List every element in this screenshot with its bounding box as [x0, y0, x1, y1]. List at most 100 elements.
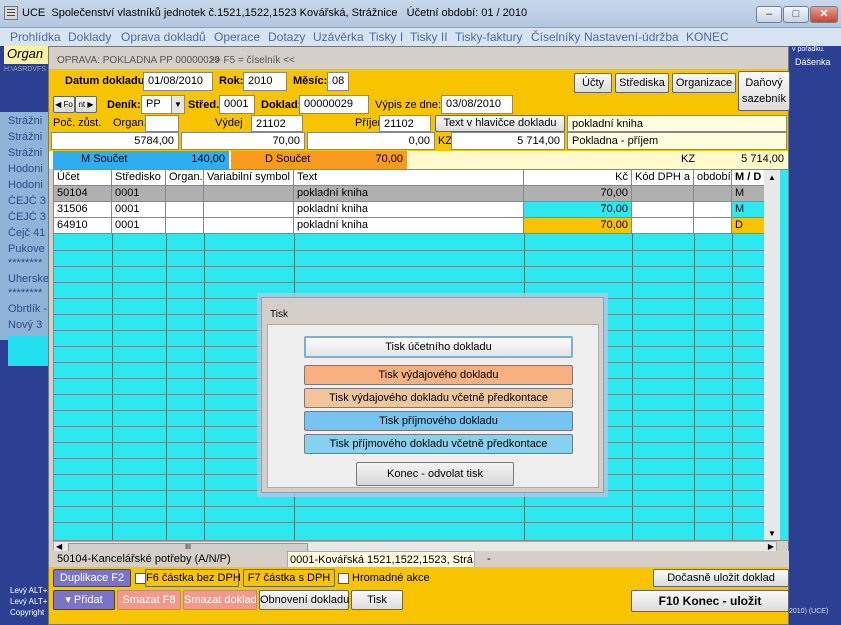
table-cell[interactable]: [632, 218, 694, 234]
table-cell[interactable]: [632, 202, 694, 218]
f6-button[interactable]: F6 částka bez DPH: [145, 569, 241, 587]
table-cell[interactable]: [204, 218, 294, 234]
menu-dotazy[interactable]: Dotazy: [268, 30, 305, 44]
table-cell[interactable]: [632, 186, 694, 202]
f10-konec-ulozit-button[interactable]: F10 Konec - uložit: [631, 590, 789, 612]
menu-nastaveni-udrzba[interactable]: Nastavení-údržba: [584, 30, 679, 44]
table-cell[interactable]: D: [732, 218, 766, 234]
table-cell[interactable]: [694, 186, 732, 202]
table-cell[interactable]: [204, 202, 294, 218]
col-ucet[interactable]: Účet: [54, 170, 112, 186]
col-md[interactable]: M / D: [732, 170, 766, 186]
print-expense-document-button[interactable]: Tisk výdajového dokladu: [304, 365, 573, 385]
list-item[interactable]: Obrtlík -: [8, 303, 48, 315]
table-cell[interactable]: M: [732, 202, 766, 218]
table-cell[interactable]: 0001: [112, 186, 166, 202]
menu-uzaverka[interactable]: Uzávěrka: [313, 30, 364, 44]
maximize-button[interactable]: □: [783, 6, 809, 23]
table-cell[interactable]: 64910: [54, 218, 112, 234]
organ-field[interactable]: [145, 115, 179, 132]
list-item[interactable]: ********: [8, 257, 48, 269]
doklad-field[interactable]: 00000029: [299, 95, 369, 114]
pridat-button[interactable]: ▾ Přidat: [53, 590, 115, 610]
list-item[interactable]: Hodoni: [8, 163, 48, 175]
next-document-button[interactable]: nt ▶: [75, 96, 97, 113]
minimize-button[interactable]: –: [756, 6, 782, 23]
chevron-down-icon[interactable]: ▼: [171, 96, 184, 113]
list-item[interactable]: ČEJČ 3: [8, 195, 48, 207]
hromadne-label[interactable]: Hromadné akce: [352, 572, 430, 584]
docasne-ulozit-button[interactable]: Dočasně uložit doklad: [653, 569, 789, 587]
menu-oprava-dokladu[interactable]: Oprava dokladů: [121, 30, 206, 44]
header-text-1[interactable]: pokladní kniha: [567, 115, 787, 132]
list-item[interactable]: Strážni: [8, 147, 48, 159]
table-cell[interactable]: [694, 218, 732, 234]
vydej-account-field[interactable]: 21102: [251, 115, 303, 132]
danovy-sazebnik-button[interactable]: Daňový sazebník: [738, 71, 790, 111]
col-kc[interactable]: Kč: [524, 170, 632, 186]
list-item[interactable]: ČEJČ 3: [8, 211, 48, 223]
smazat-f8-button[interactable]: Smazat F8: [117, 590, 181, 610]
organizace-button[interactable]: Organizace: [672, 73, 736, 93]
smazat-doklad-button[interactable]: Smazat doklad: [183, 590, 257, 610]
col-variabilni-symbol[interactable]: Variabilní symbol: [204, 170, 294, 186]
list-item[interactable]: ********: [8, 287, 48, 299]
table-cell[interactable]: 70,00: [524, 186, 632, 202]
ucty-button[interactable]: Účty: [574, 73, 612, 93]
table-cell[interactable]: [166, 218, 204, 234]
denik-select[interactable]: PP ▼: [141, 95, 185, 114]
scroll-right-arrow[interactable]: ▶: [768, 542, 774, 551]
print-expense-with-precontation-button[interactable]: Tisk výdajového dokladu včetně předkonta…: [304, 388, 573, 408]
menu-tisky-1[interactable]: Tisky I: [369, 30, 403, 44]
previous-document-button[interactable]: ◀ Fo: [53, 96, 75, 113]
table-cell[interactable]: 50104: [54, 186, 112, 202]
table-cell[interactable]: 0001: [112, 202, 166, 218]
scroll-left-arrow[interactable]: ◀: [56, 542, 62, 551]
print-income-document-button[interactable]: Tisk příjmového dokladu: [304, 411, 573, 431]
menu-prohlidka[interactable]: Prohlídka: [10, 30, 61, 44]
table-cell[interactable]: [694, 202, 732, 218]
menu-operace[interactable]: Operace: [214, 30, 260, 44]
rok-field[interactable]: 2010: [243, 72, 287, 91]
menu-ciselniky[interactable]: Číselníky: [531, 30, 580, 44]
strediska-button[interactable]: Střediska: [615, 73, 669, 93]
duplikace-button[interactable]: Duplikace F2: [53, 569, 131, 587]
list-item[interactable]: Strážni: [8, 115, 48, 127]
cancel-print-button[interactable]: Konec - odvolat tisk: [356, 462, 514, 486]
table-cell[interactable]: pokladní kniha: [294, 218, 524, 234]
table-cell[interactable]: 70,00: [524, 202, 632, 218]
vypis-field[interactable]: 03/08/2010: [441, 95, 513, 114]
hromadne-checkbox[interactable]: [338, 573, 349, 584]
scroll-down-arrow[interactable]: ▼: [764, 526, 780, 540]
datum-field[interactable]: 01/08/2010: [143, 72, 213, 91]
list-item[interactable]: Uherske: [8, 273, 48, 285]
menu-tisky-faktury[interactable]: Tisky-faktury: [455, 30, 523, 44]
table-cell[interactable]: [204, 186, 294, 202]
menu-doklady[interactable]: Doklady: [68, 30, 111, 44]
tisk-button[interactable]: Tisk: [351, 590, 403, 610]
menu-tisky-2[interactable]: Tisky II: [410, 30, 448, 44]
col-organ[interactable]: Organ.: [166, 170, 204, 186]
list-item[interactable]: Strážni: [8, 131, 48, 143]
table-cell[interactable]: [166, 202, 204, 218]
col-stredisko[interactable]: Středisko: [112, 170, 166, 186]
print-income-with-precontation-button[interactable]: Tisk příjmového dokladu včetně předkonta…: [304, 434, 573, 454]
list-item[interactable]: Hodoni: [8, 179, 48, 191]
prijem-account-field[interactable]: 21102: [379, 115, 431, 132]
list-item[interactable]: Pukove: [8, 243, 48, 255]
table-cell[interactable]: 70,00: [524, 218, 632, 234]
stred-field[interactable]: 0001: [219, 95, 255, 114]
menu-konec[interactable]: KONEC: [686, 30, 729, 44]
table-cell[interactable]: pokladní kniha: [294, 202, 524, 218]
col-obdobi[interactable]: období: [694, 170, 732, 186]
print-accounting-document-button[interactable]: Tisk účetního dokladu: [304, 336, 573, 358]
list-item[interactable]: Čejč 41: [8, 227, 48, 239]
table-cell[interactable]: [166, 186, 204, 202]
table-cell[interactable]: 0001: [112, 218, 166, 234]
header-text-2[interactable]: Pokladna - příjem: [567, 132, 787, 150]
list-item[interactable]: Nový 3: [8, 319, 48, 331]
mesic-field[interactable]: 08: [327, 72, 349, 91]
obnoveni-dokladu-button[interactable]: Obnovení dokladu: [259, 590, 349, 610]
vertical-scrollbar[interactable]: ▲ ▼: [764, 170, 780, 540]
text-v-hlavicce-button[interactable]: Text v hlavičce dokladu: [435, 115, 565, 132]
